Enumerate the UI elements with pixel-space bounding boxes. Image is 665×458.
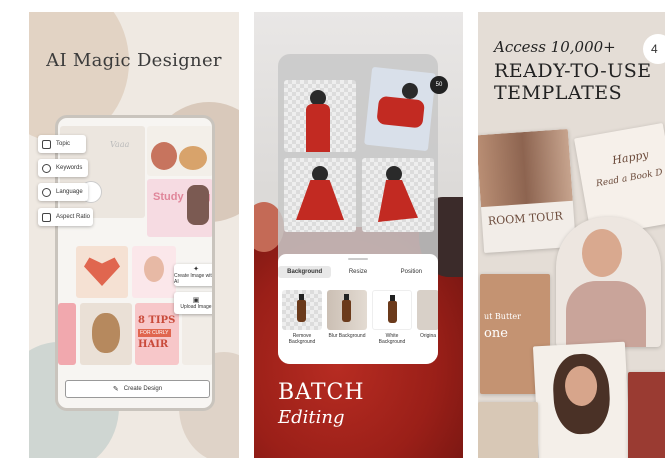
phone-mockup: Background Resize Position Remove Backgr… — [278, 54, 438, 364]
sparkle-icon: ✦ — [193, 266, 199, 273]
bottle-image — [388, 295, 397, 323]
face-image — [582, 229, 622, 277]
template-tile[interactable] — [80, 303, 132, 365]
aspect-ratio-icon — [42, 212, 51, 222]
tips-hair: HAIR — [138, 339, 169, 350]
figure-body — [306, 104, 330, 152]
create-design-label: Create Design — [123, 386, 163, 392]
flower-image — [179, 146, 207, 170]
template-tile[interactable] — [147, 126, 212, 176]
panel-templates: Access 10,000+ READY-TO-USE TEMPLATES 4 … — [478, 12, 665, 458]
remove-bg-preview — [282, 290, 322, 330]
template-card-red[interactable] — [628, 372, 665, 458]
chip-aspect-ratio[interactable]: Aspect Ratio — [38, 208, 93, 226]
figure-head — [312, 166, 328, 182]
blur-bg-preview — [327, 290, 367, 330]
option-remove-background[interactable]: Remove Background — [282, 290, 322, 345]
curly-hair-image — [92, 313, 120, 353]
template-card-room-tour[interactable]: ROOM TOUR — [478, 128, 577, 254]
template-tile[interactable]: 8 TIPS FOR CURLY HAIR — [135, 303, 179, 365]
access-line: Access 10,000+ — [494, 38, 616, 56]
option-label: Origina — [419, 333, 437, 339]
edit-tabs: Background Resize Position — [278, 266, 438, 278]
bottle-image — [342, 294, 351, 322]
template-tile[interactable] — [58, 303, 76, 365]
bottle-image — [297, 294, 306, 322]
corner-badge: 4 — [643, 34, 665, 64]
panel-headline: BATCH Editing — [278, 380, 365, 428]
tile-script: Vaaa — [110, 140, 130, 149]
heart-icon — [84, 257, 120, 286]
chip-keywords[interactable]: Keywords — [38, 159, 88, 177]
upload-image-label: Upload Image — [180, 304, 212, 310]
chip-aspect-ratio-label: Aspect Ratio — [56, 214, 91, 220]
template-tile[interactable]: Study Vlog — [147, 179, 212, 237]
drag-handle[interactable] — [348, 258, 368, 260]
panel-ai-magic-designer: AI Magic Designer Vaaa Study Vlog 8 TIPS… — [29, 12, 239, 458]
person-image — [187, 185, 209, 225]
ready-line: READY-TO-USE — [494, 60, 652, 82]
room-tour-text: ROOM TOUR — [487, 209, 564, 228]
tips-subtitle: FOR CURLY — [138, 329, 171, 337]
key-icon — [42, 163, 51, 173]
panel-title: AI Magic Designer — [46, 50, 222, 71]
tab-resize[interactable]: Resize — [331, 266, 384, 278]
figure-body — [378, 180, 418, 222]
template-card-beige[interactable] — [478, 402, 538, 458]
photo-thumbnail[interactable] — [364, 66, 436, 152]
original-preview — [417, 290, 438, 330]
chip-topic[interactable]: Topic — [38, 135, 86, 153]
create-design-button[interactable]: ✎ Create Design — [65, 380, 210, 398]
flower-image — [151, 142, 177, 170]
chip-keywords-label: Keywords — [56, 165, 83, 171]
photo-thumbnail[interactable] — [284, 158, 356, 232]
figure-head — [386, 166, 402, 182]
image-icon: ▣ — [192, 297, 200, 304]
chip-language-label: Language — [56, 189, 83, 195]
clothes-rack-image — [478, 128, 573, 208]
option-blur-background[interactable]: Blur Background — [327, 290, 367, 345]
butter-text: ut Butter — [484, 312, 521, 321]
sweater-image — [566, 281, 646, 347]
template-card-portrait[interactable] — [556, 217, 661, 347]
white-bg-preview — [372, 290, 412, 330]
template-tile[interactable] — [132, 246, 176, 298]
option-label: Remove Background — [288, 333, 316, 345]
background-options: Remove Background Blur Background White … — [282, 290, 438, 345]
grid-icon — [42, 139, 51, 149]
tab-position[interactable]: Position — [385, 266, 438, 278]
headline-batch: BATCH — [278, 380, 365, 405]
template-tile[interactable] — [76, 246, 128, 298]
create-image-ai-label: Create Image with AI — [174, 273, 215, 285]
option-label: Blur Background — [328, 333, 366, 339]
tips-title: 8 TIPS — [138, 315, 176, 326]
option-white-background[interactable]: White Background — [372, 290, 412, 345]
option-label: White Background — [378, 333, 406, 345]
figure-body — [296, 180, 344, 220]
panel-batch-editing: Background Resize Position Remove Backgr… — [254, 12, 463, 458]
photo-thumbnail[interactable] — [362, 158, 434, 232]
portrait-image — [144, 256, 164, 282]
globe-icon — [42, 187, 51, 197]
magic-wand-icon: ✎ — [112, 386, 119, 393]
ready-to-use-heading: READY-TO-USE TEMPLATES — [494, 60, 652, 104]
chip-language[interactable]: Language — [38, 183, 88, 201]
option-original[interactable]: Origina — [417, 290, 438, 345]
edit-bottom-sheet: Background Resize Position Remove Backgr… — [278, 254, 438, 364]
upload-image-button[interactable]: ▣ Upload Image — [174, 292, 212, 314]
figure-head — [401, 82, 419, 100]
create-image-ai-button[interactable]: ✦ Create Image with AI — [174, 264, 215, 286]
figure-body — [376, 95, 426, 129]
template-card-woman[interactable] — [532, 341, 632, 458]
read-book-text: Read a Book D — [595, 167, 664, 190]
tab-background[interactable]: Background — [278, 266, 332, 278]
photo-count-badge: 50 — [430, 76, 448, 94]
headline-editing: Editing — [278, 407, 345, 428]
photo-thumbnail[interactable] — [284, 80, 356, 152]
chip-topic-label: Topic — [56, 141, 71, 147]
app-store-screenshots: AI Magic Designer Vaaa Study Vlog 8 TIPS… — [0, 0, 665, 458]
one-text: one — [484, 326, 508, 341]
templates-line: TEMPLATES — [494, 82, 623, 104]
happy-text: Happy — [611, 148, 650, 168]
